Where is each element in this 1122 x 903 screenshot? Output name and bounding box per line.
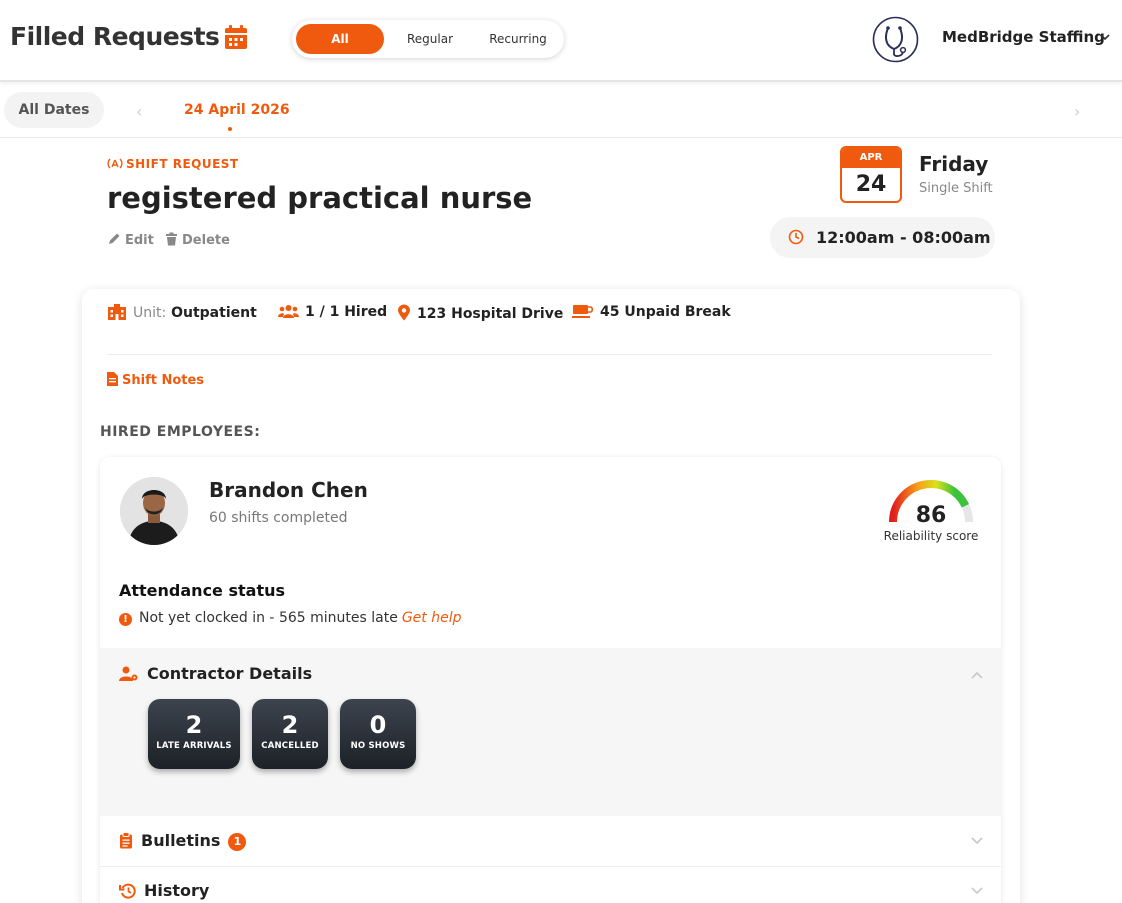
attendance-heading: Attendance status — [119, 581, 285, 600]
stat-value: 0 — [369, 711, 387, 739]
document-icon — [107, 372, 118, 386]
bulletins-count-badge: 1 — [228, 833, 247, 851]
stat-late-arrivals: 2 LATE ARRIVALS — [148, 699, 240, 769]
divider — [107, 354, 992, 355]
divider — [100, 866, 1001, 867]
address-text: 123 Hospital Drive — [417, 306, 564, 322]
chevron-up-icon[interactable] — [970, 671, 984, 681]
warning-icon: ! — [119, 613, 132, 626]
chevron-right-icon[interactable]: › — [1074, 102, 1080, 121]
org-name[interactable]: MedBridge Staffing — [942, 28, 1105, 46]
bulletins-label: Bulletins — [141, 831, 221, 850]
pencil-icon — [109, 233, 120, 244]
hired-employees-heading: HIRED EMPLOYEES: — [100, 424, 261, 440]
contractor-details-label: Contractor Details — [147, 664, 313, 683]
delete-label: Delete — [182, 233, 230, 248]
address-info: 123 Hospital Drive — [397, 304, 563, 322]
unit-value: Outpatient — [171, 305, 257, 321]
break-info: 45 Unpaid Break — [572, 304, 731, 320]
shifts-completed: 60 shifts completed — [209, 510, 348, 526]
location-pin-icon — [398, 304, 410, 321]
attendance-status: ! Not yet clocked in - 565 minutes late Ge… — [119, 610, 461, 626]
filter-regular[interactable]: Regular — [386, 24, 474, 54]
chevron-down-icon[interactable] — [970, 835, 984, 845]
delete-button[interactable]: Delete — [165, 232, 230, 248]
unit-info: Unit: Outpatient — [107, 304, 257, 321]
job-title: registered practical nurse — [107, 181, 533, 215]
shift-request-tag: SHIFT REQUEST — [107, 157, 239, 171]
contractor-details-header[interactable]: Contractor Details — [119, 664, 312, 683]
avatar-image — [120, 477, 188, 545]
clipboard-icon — [120, 832, 132, 849]
reliability-score-label: Reliability score — [883, 529, 979, 543]
building-icon — [108, 304, 126, 320]
stat-cancelled: 2 CANCELLED — [252, 699, 328, 769]
stat-value: 2 — [185, 711, 203, 739]
stethoscope-logo-icon — [872, 16, 919, 63]
hired-count: 1 / 1 Hired — [278, 304, 387, 320]
broadcast-icon — [107, 158, 123, 169]
coffee-icon — [572, 305, 594, 318]
history-icon — [119, 883, 136, 899]
users-icon — [278, 305, 299, 318]
shift-day: 24 — [855, 172, 887, 197]
reliability-score: 86 — [915, 503, 947, 528]
user-cog-icon — [119, 666, 138, 681]
shift-notes-label: Shift Notes — [122, 373, 205, 388]
shift-request-label: SHIFT REQUEST — [126, 157, 239, 171]
edit-label: Edit — [125, 233, 154, 248]
shift-notes-link[interactable]: Shift Notes — [107, 372, 204, 388]
shift-weekday: Friday — [919, 152, 989, 176]
stat-value: 2 — [281, 711, 299, 739]
stat-label: CANCELLED — [261, 741, 319, 751]
shift-time: 12:00am - 08:00am — [770, 217, 995, 258]
employee-card: Brandon Chen 60 shifts completed 86 Reli… — [100, 457, 1001, 903]
filter-recurring[interactable]: Recurring — [474, 24, 562, 54]
break-text: 45 Unpaid Break — [600, 304, 731, 320]
shift-date-badge: APR 24 — [840, 146, 902, 203]
chevron-down-icon[interactable] — [1099, 32, 1111, 42]
unit-label: Unit: — [133, 305, 167, 321]
history-label: History — [144, 881, 210, 900]
selected-date-indicator — [228, 127, 232, 131]
history-header[interactable]: History — [119, 881, 209, 900]
chevron-left-icon[interactable]: ‹ — [136, 102, 142, 121]
stat-label: LATE ARRIVALS — [156, 741, 232, 751]
date-bar: All Dates ‹ 24 April 2026 › — [0, 84, 1122, 138]
calendar-icon[interactable] — [224, 24, 248, 50]
trash-icon — [166, 232, 177, 246]
top-header: Filled Requests All Regular Recurring Me… — [0, 0, 1122, 82]
shift-time-text: 12:00am - 08:00am — [816, 228, 991, 247]
contractor-details-section: Contractor Details 2 LATE ARRIVALS 2 CAN… — [100, 648, 1001, 816]
attendance-text: Not yet clocked in - 565 minutes late — [139, 610, 398, 626]
stat-no-shows: 0 NO SHOWS — [340, 699, 416, 769]
shift-month: APR — [842, 148, 900, 168]
request-type-filter: All Regular Recurring — [292, 20, 564, 58]
stat-label: NO SHOWS — [350, 741, 406, 751]
chevron-down-icon[interactable] — [970, 885, 984, 895]
selected-date[interactable]: 24 April 2026 — [184, 102, 290, 118]
get-help-link[interactable]: Get help — [402, 610, 462, 626]
hired-count-text: 1 / 1 Hired — [305, 304, 388, 320]
shift-type: Single Shift — [919, 181, 993, 196]
clock-icon — [788, 229, 804, 245]
all-dates-button[interactable]: All Dates — [4, 92, 104, 128]
page-title: Filled Requests — [10, 22, 220, 51]
employee-name[interactable]: Brandon Chen — [209, 478, 368, 502]
bulletins-header[interactable]: Bulletins 1 — [119, 831, 247, 851]
edit-button[interactable]: Edit — [107, 232, 154, 248]
avatar[interactable] — [120, 477, 188, 545]
filter-all[interactable]: All — [296, 24, 384, 54]
